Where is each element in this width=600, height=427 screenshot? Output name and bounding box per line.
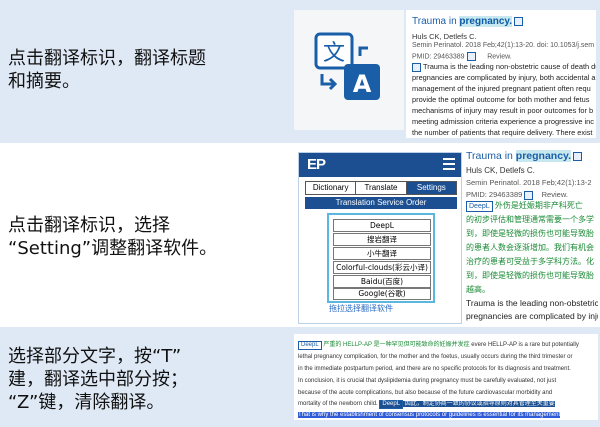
- translate-icon[interactable]: 文 A: [314, 32, 384, 104]
- abstract-line: mechanisms of injury may result in poor …: [412, 106, 594, 115]
- translate-icon-panel: 文 A: [294, 10, 404, 130]
- selected-text[interactable]: That is why the establishment of consens…: [298, 412, 561, 418]
- text-line: DeepL 严重的 HELLP-AP 是一种罕见但可能致命的妊娠并发症 ever…: [298, 340, 579, 350]
- service-item[interactable]: 小牛翻译: [333, 247, 431, 260]
- extension-header: EP: [299, 153, 461, 177]
- article-text-selection: DeepL 严重的 HELLP-AP 是一种罕见但可能致命的妊娠并发症 ever…: [294, 334, 598, 420]
- translation-line: 的初步评估和管理通常需要一个多学: [466, 215, 594, 224]
- service-item[interactable]: Google(谷歌): [333, 288, 431, 300]
- tab-translate[interactable]: Translate: [356, 182, 407, 194]
- article-title[interactable]: Trauma in pregnancy.: [466, 150, 583, 162]
- instruction-line: 点击翻译标识，翻译标题: [8, 48, 206, 69]
- text-line: mortality of the newborn child. DeepL 因此…: [298, 400, 555, 409]
- service-item[interactable]: Baidu(百度): [333, 275, 431, 288]
- abstract-line: Trauma is the leading non-obstetric caus…: [412, 61, 596, 72]
- instruction-line: 和摘要。: [8, 71, 80, 92]
- instruction-line: 建，翻译选中部分按；: [8, 369, 188, 390]
- service-item[interactable]: DeepL: [333, 219, 431, 232]
- extension-tabs: Dictionary Translate Settings: [305, 181, 457, 195]
- article-preview-1: Trauma in pregnancy. Huls CK, Detlefs C.…: [406, 10, 596, 138]
- article-preview-2: Trauma in pregnancy. Huls CK, Detlefs C.…: [462, 148, 598, 324]
- abstract-line: pregnancies are complicated by injury, b…: [412, 73, 596, 82]
- drag-hint: 拖拉选择翻译软件: [329, 304, 393, 313]
- abstract-line: provide the optimal outcome for both mot…: [412, 95, 590, 104]
- service-item[interactable]: Colorful-clouds(彩云小译): [333, 261, 431, 274]
- copy-icon[interactable]: [466, 52, 476, 61]
- translation-line: DeepL 外伤是妊娠期非产科死亡: [466, 199, 583, 213]
- abstract-line: the number of patients that require deli…: [412, 128, 593, 137]
- svg-text:A: A: [353, 70, 372, 98]
- instruction-line: 选择部分文字，按“T”: [8, 346, 182, 367]
- section-title: Translation Service Order: [305, 197, 457, 209]
- english-line: pregnancies are complicated by injur: [466, 311, 598, 321]
- text-line: In conclusion, it is crucial that dyslip…: [298, 378, 557, 384]
- article-authors: Huls CK, Detlefs C.: [466, 166, 535, 175]
- article-pmid: PMID: 29463389 Review.: [412, 52, 512, 61]
- translate-small-icon[interactable]: [514, 16, 524, 26]
- tab-settings[interactable]: Settings: [406, 182, 456, 194]
- deepl-badge[interactable]: DeepL: [466, 201, 493, 212]
- translation-line: 治疗的患者可受益于多学科方法。化: [466, 257, 594, 266]
- instruction-text-3: 选择部分文字，按“T” 建，翻译选中部分按； “Z”键，清除翻译。: [8, 345, 188, 414]
- deepl-badge[interactable]: DeepL: [298, 341, 322, 350]
- menu-icon[interactable]: [443, 158, 455, 173]
- article-citation: Semin Perinatol. 2018 Feb;42(1):13-20. d…: [412, 42, 595, 49]
- text-line: because of the acute complications, but …: [298, 390, 553, 396]
- svg-text:文: 文: [323, 41, 345, 66]
- text-line: That is why the establishment of consens…: [298, 410, 561, 420]
- tab-dictionary[interactable]: Dictionary: [306, 182, 357, 194]
- translate-small-icon[interactable]: [573, 151, 583, 161]
- service-order-list: DeepL 搜岩翻译 小牛翻译 Colorful-clouds(彩云小译) Ba…: [327, 213, 435, 303]
- english-line: Trauma is the leading non-obstetric: [466, 298, 598, 308]
- instruction-text-1: 点击翻译标识，翻译标题 和摘要。: [8, 47, 206, 93]
- abstract-line: management of the injured pregnant patie…: [412, 84, 591, 93]
- text-line: lethal pregnancy complication, for the m…: [298, 354, 573, 360]
- instruction-line: “Z”键，清除翻译。: [8, 392, 165, 413]
- instruction-line: “Setting”调整翻译软件。: [8, 238, 218, 259]
- translate-small-icon[interactable]: [412, 62, 421, 72]
- service-item[interactable]: 搜岩翻译: [333, 233, 431, 246]
- deepl-badge[interactable]: DeepL: [379, 400, 404, 409]
- translation-line: 的患者人数会逐渐增加。我们有机会: [466, 243, 594, 252]
- instruction-line: 点击翻译标识，选择: [8, 215, 170, 236]
- selected-translation[interactable]: DeepL 因此，制定协商一致的协议或指导原则对其管理至关重要: [379, 400, 555, 409]
- text-line: in the immediate postpartum period, and …: [298, 366, 571, 372]
- article-citation: Semin Perinatol. 2018 Feb;42(1):13-2: [466, 178, 592, 187]
- extension-logo: EP: [307, 156, 326, 173]
- translation-line: 越高。: [466, 285, 490, 294]
- article-title[interactable]: Trauma in pregnancy.: [412, 16, 524, 27]
- instruction-text-2: 点击翻译标识，选择 “Setting”调整翻译软件。: [8, 214, 217, 260]
- article-authors: Huls CK, Detlefs C.: [412, 32, 477, 41]
- translation-line: 到，即使是轻微的损伤也可能导致胎: [466, 271, 594, 280]
- abstract-line: meeting admission criteria experience a …: [412, 117, 594, 126]
- extension-popup: EP Dictionary Translate Settings Transla…: [298, 152, 462, 324]
- translation-line: 到，即使是轻微的损伤也可能导致胎: [466, 229, 594, 238]
